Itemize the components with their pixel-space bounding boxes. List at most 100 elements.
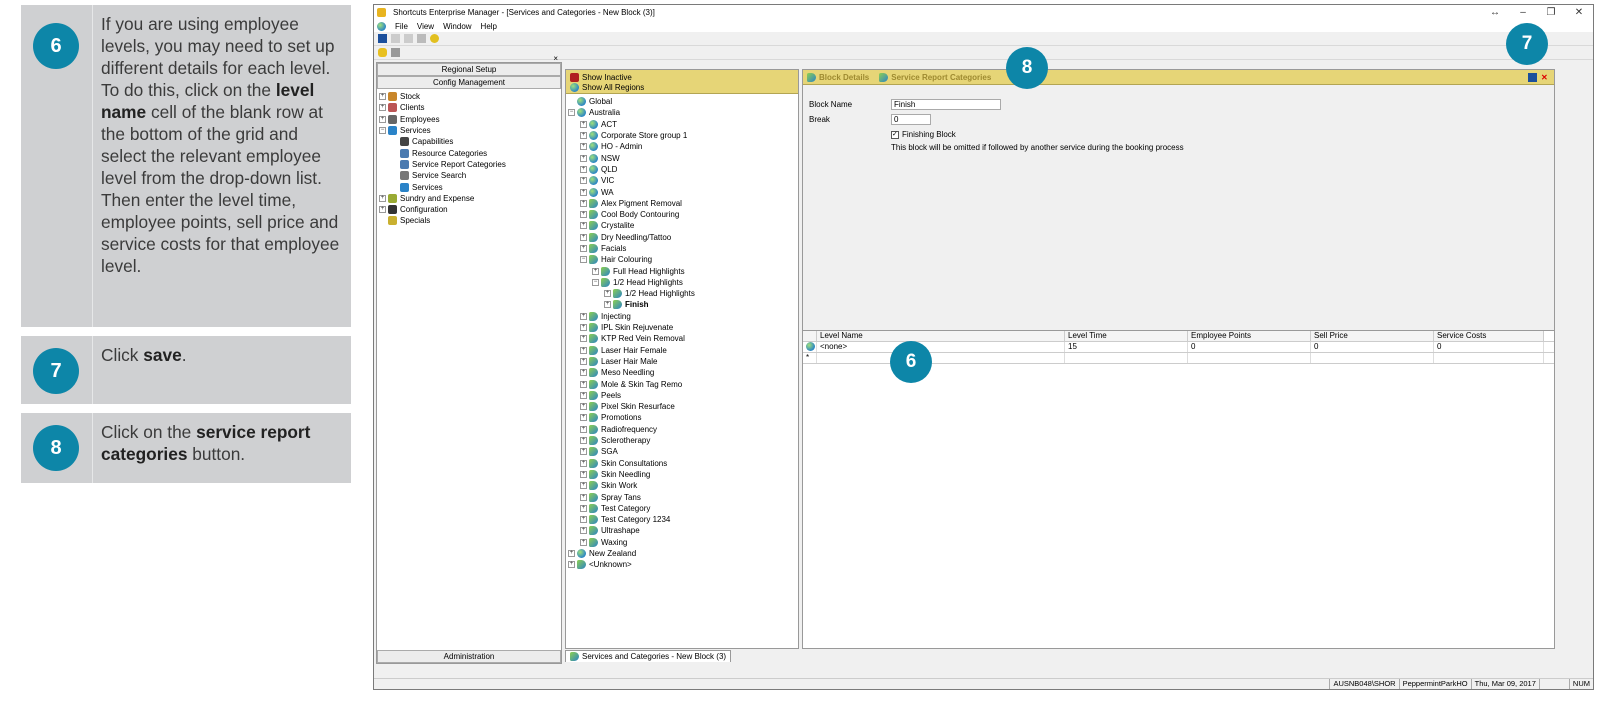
expand-icon[interactable]: + bbox=[580, 324, 587, 332]
expand-icon[interactable]: + bbox=[580, 516, 587, 524]
mid-item[interactable]: + Test Category 1234 bbox=[568, 514, 798, 525]
mid-item[interactable]: + Peels bbox=[568, 390, 798, 401]
mid-item[interactable]: + Skin Work bbox=[568, 480, 798, 491]
paste-icon[interactable] bbox=[417, 34, 426, 43]
mid-item[interactable]: + NSW bbox=[568, 152, 798, 163]
mid-item[interactable]: + Waxing bbox=[568, 537, 798, 548]
expand-icon[interactable]: + bbox=[580, 538, 587, 546]
mid-item[interactable]: + WA bbox=[568, 186, 798, 197]
expand-icon[interactable]: + bbox=[379, 104, 386, 112]
mid-item[interactable]: − Australia bbox=[568, 107, 798, 118]
save-icon[interactable] bbox=[1528, 72, 1537, 82]
mid-item[interactable]: + VIC bbox=[568, 175, 798, 186]
mid-item[interactable]: − Hair Colouring bbox=[568, 254, 798, 265]
col-level-name[interactable]: Level Name bbox=[817, 331, 1065, 341]
expand-icon[interactable]: + bbox=[580, 346, 587, 354]
mid-item[interactable]: + KTP Red Vein Removal bbox=[568, 333, 798, 344]
new-service-costs-cell[interactable] bbox=[1434, 353, 1544, 363]
nav-item[interactable]: + Clients bbox=[379, 102, 561, 113]
break-stepper[interactable]: 0 bbox=[891, 114, 931, 125]
expand-icon[interactable]: + bbox=[580, 493, 587, 501]
nav-item[interactable]: + Sundry and Expense bbox=[379, 193, 561, 204]
expand-icon[interactable]: + bbox=[580, 504, 587, 512]
expand-icon[interactable]: + bbox=[580, 391, 587, 399]
cell-level-name[interactable]: <none> bbox=[817, 342, 1065, 352]
mid-item[interactable]: + Sclerotherapy bbox=[568, 435, 798, 446]
mid-item[interactable]: + Spray Tans bbox=[568, 491, 798, 502]
expand-icon[interactable]: + bbox=[580, 459, 587, 467]
menu-window[interactable]: Window bbox=[443, 22, 471, 31]
expand-icon[interactable]: − bbox=[379, 127, 386, 135]
expand-icon[interactable]: + bbox=[580, 211, 587, 219]
expand-icon[interactable]: + bbox=[580, 357, 587, 365]
mid-item[interactable]: + Ultrashape bbox=[568, 525, 798, 536]
mid-item[interactable]: + HO - Admin bbox=[568, 141, 798, 152]
mid-item[interactable]: + Radiofrequency bbox=[568, 424, 798, 435]
nav-item[interactable]: Service Report Categories bbox=[379, 159, 561, 170]
expand-icon[interactable]: + bbox=[580, 425, 587, 433]
expand-icon[interactable]: + bbox=[580, 177, 587, 185]
mid-item[interactable]: + IPL Skin Rejuvenate bbox=[568, 322, 798, 333]
menu-help[interactable]: Help bbox=[481, 22, 497, 31]
close-nav-icon[interactable]: × bbox=[553, 54, 558, 63]
mid-item[interactable]: + Promotions bbox=[568, 412, 798, 423]
nav-item[interactable]: Capabilities bbox=[379, 136, 561, 147]
expand-icon[interactable]: + bbox=[379, 93, 386, 101]
nav-item[interactable]: Service Search bbox=[379, 170, 561, 181]
nav-item[interactable]: Resource Categories bbox=[379, 147, 561, 158]
expand-icon[interactable]: + bbox=[580, 312, 587, 320]
expand-icon[interactable]: + bbox=[379, 115, 386, 123]
block-name-input[interactable]: Finish bbox=[891, 99, 1001, 110]
mid-item[interactable]: + Test Category bbox=[568, 503, 798, 514]
tab-services-and-categories[interactable]: Services and Categories - New Block (3) bbox=[565, 650, 732, 662]
mid-item[interactable]: + Laser Hair Female bbox=[568, 345, 798, 356]
expand-icon[interactable]: + bbox=[604, 301, 611, 309]
cell-employee-points[interactable]: 0 bbox=[1188, 342, 1311, 352]
mid-item[interactable]: + Meso Needling bbox=[568, 367, 798, 378]
new-level-name-cell[interactable] bbox=[817, 353, 1065, 363]
copy-icon[interactable] bbox=[404, 34, 413, 43]
mid-item[interactable]: + Mole & Skin Tag Remo bbox=[568, 378, 798, 389]
expand-icon[interactable]: + bbox=[568, 561, 575, 569]
finishing-block-checkbox[interactable]: ✓ bbox=[891, 130, 899, 139]
expand-icon[interactable]: + bbox=[580, 482, 587, 490]
save-icon[interactable] bbox=[378, 34, 387, 43]
mid-item[interactable]: + Injecting bbox=[568, 311, 798, 322]
expand-icon[interactable]: + bbox=[580, 165, 587, 173]
expand-icon[interactable]: + bbox=[580, 369, 587, 377]
expand-icon[interactable]: + bbox=[580, 527, 587, 535]
cell-level-time[interactable]: 15 bbox=[1065, 342, 1188, 352]
expand-icon[interactable]: + bbox=[580, 222, 587, 230]
mid-item[interactable]: + Dry Needling/Tattoo bbox=[568, 232, 798, 243]
cell-service-costs[interactable]: 0 bbox=[1434, 342, 1544, 352]
nav-item[interactable]: Services bbox=[379, 181, 561, 192]
expand-icon[interactable]: − bbox=[568, 109, 575, 117]
new-level-time-cell[interactable] bbox=[1065, 353, 1188, 363]
window-icon[interactable] bbox=[391, 48, 400, 57]
expand-icon[interactable]: + bbox=[580, 120, 587, 128]
expand-icon[interactable]: + bbox=[580, 199, 587, 207]
show-all-regions-toggle[interactable]: Show All Regions bbox=[570, 82, 794, 92]
mid-item[interactable]: + QLD bbox=[568, 164, 798, 175]
show-inactive-toggle[interactable]: Show Inactive bbox=[570, 72, 794, 82]
expand-icon[interactable]: + bbox=[580, 132, 587, 140]
minimize-button[interactable]: – bbox=[1509, 7, 1537, 18]
mid-item[interactable]: + Pixel Skin Resurface bbox=[568, 401, 798, 412]
mid-item[interactable]: + Finish bbox=[568, 299, 798, 310]
close-button[interactable]: ✕ bbox=[1565, 7, 1593, 18]
new-employee-points-cell[interactable] bbox=[1188, 353, 1311, 363]
expand-icon[interactable]: + bbox=[580, 154, 587, 162]
mid-item[interactable]: + Alex Pigment Removal bbox=[568, 198, 798, 209]
close-icon[interactable]: ✕ bbox=[1541, 73, 1550, 82]
mid-item[interactable]: + SGA bbox=[568, 446, 798, 457]
expand-icon[interactable]: + bbox=[580, 470, 587, 478]
restore-button[interactable]: ❐ bbox=[1537, 7, 1565, 18]
col-employee-points[interactable]: Employee Points bbox=[1188, 331, 1311, 341]
config-management-button[interactable]: Config Management bbox=[377, 76, 561, 89]
mid-item[interactable]: + Crystalite bbox=[568, 220, 798, 231]
nav-item[interactable]: + Stock bbox=[379, 91, 561, 102]
tab-service-report-categories[interactable]: Service Report Categories bbox=[879, 72, 991, 82]
mid-item[interactable]: + Skin Consultations bbox=[568, 458, 798, 469]
expand-icon[interactable]: + bbox=[580, 437, 587, 445]
expand-icon[interactable]: + bbox=[580, 448, 587, 456]
